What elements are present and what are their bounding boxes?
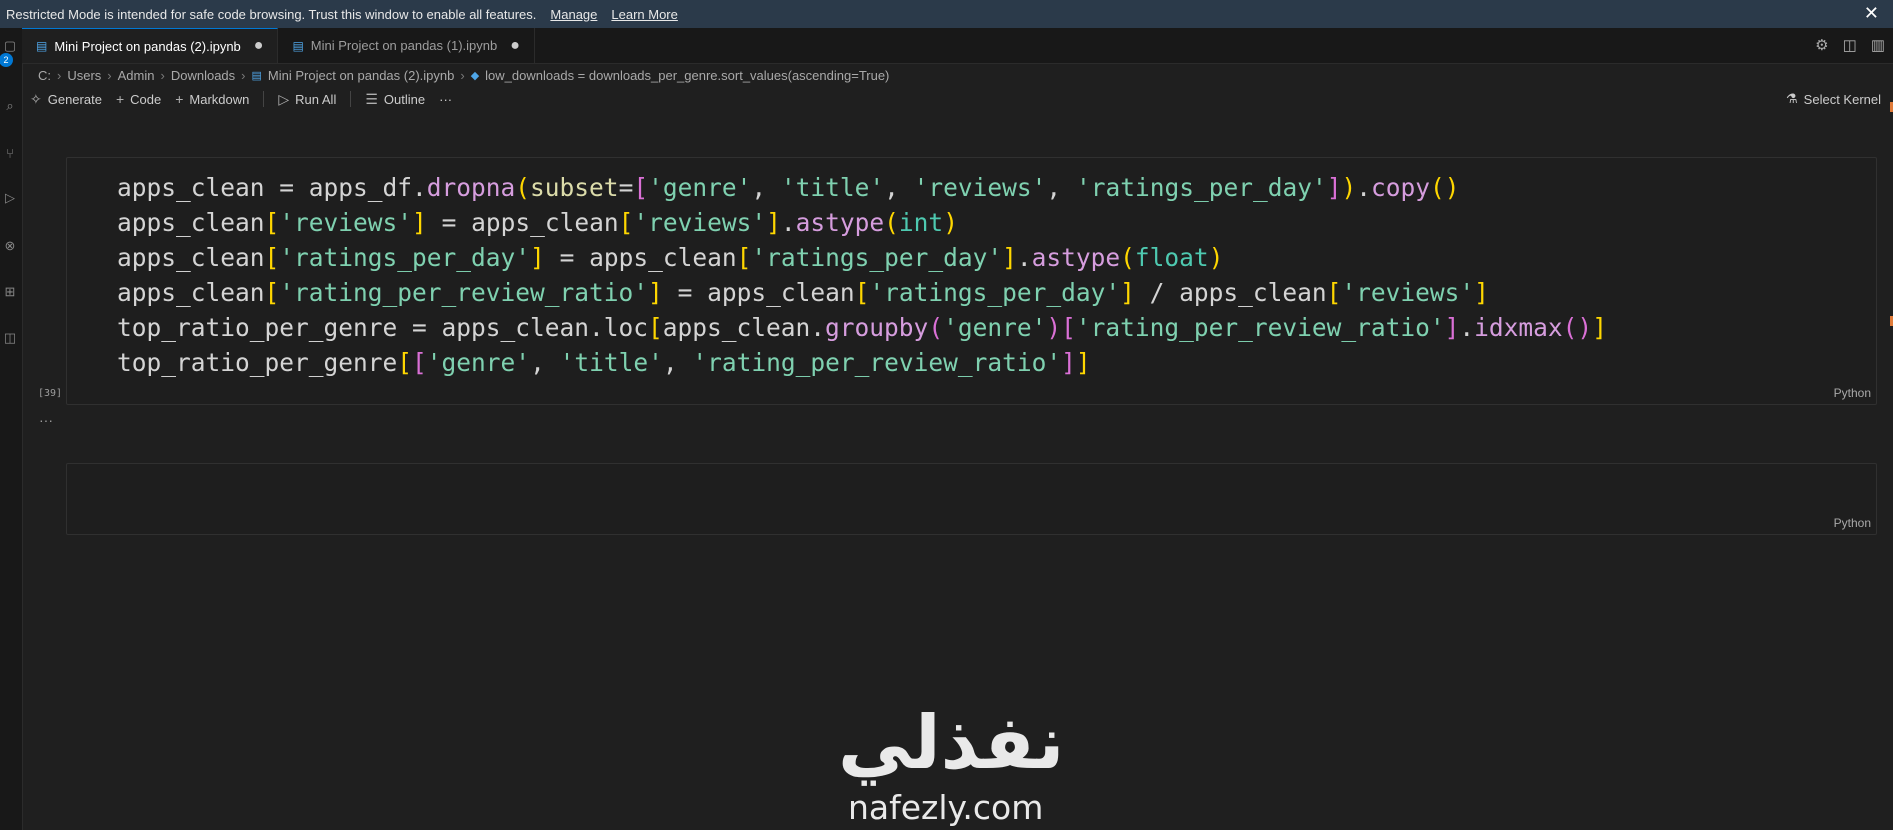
breadcrumb-item[interactable]: Users <box>67 68 101 83</box>
manage-link[interactable]: Manage <box>550 7 597 22</box>
chevron-right-icon: › <box>107 67 112 83</box>
tab-mini-project-1[interactable]: ▤ Mini Project on pandas (1).ipynb ● <box>278 28 535 63</box>
tab-mini-project-2[interactable]: ▤ Mini Project on pandas (2).ipynb ● <box>22 28 279 63</box>
code-line: apps_clean = apps_df.dropna(subset=['gen… <box>117 173 1460 202</box>
restricted-mode-banner: Restricted Mode is intended for safe cod… <box>0 0 1893 28</box>
add-code-button[interactable]: + Code <box>116 91 161 107</box>
run-all-button[interactable]: ▷ Run All <box>278 91 336 108</box>
markdown-label: Markdown <box>189 91 250 107</box>
scrolled-line-fragment <box>90 108 1290 116</box>
editor-actions: ⚙ ◫ ▥ <box>1815 36 1885 54</box>
database-icon[interactable]: ◫ <box>2 330 18 346</box>
python-cell-icon: ◆ <box>470 69 480 82</box>
code-line: apps_clean['reviews'] = apps_clean['revi… <box>117 208 958 237</box>
explorer-icon[interactable]: ▢ <box>2 38 18 54</box>
cell-language-label[interactable]: Python <box>1834 386 1871 400</box>
outline-label: Outline <box>383 91 426 107</box>
select-kernel-button[interactable]: ⚗ Select Kernel <box>1786 88 1881 110</box>
generate-button[interactable]: ✧ Generate <box>30 91 102 108</box>
tab-label: Mini Project on pandas (2).ipynb <box>54 38 241 54</box>
breadcrumb-item[interactable]: C: <box>38 68 51 83</box>
toolbar-divider <box>350 91 352 107</box>
watermark-logo: نفذلي <box>838 700 1065 786</box>
chevron-right-icon: › <box>57 67 62 83</box>
settings-gear-icon[interactable]: ⚙ <box>1815 36 1828 54</box>
add-markdown-button[interactable]: + Markdown <box>175 91 249 107</box>
toolbar-divider <box>263 91 265 107</box>
modified-dot-icon[interactable]: ● <box>254 37 264 55</box>
code-line: top_ratio_per_genre = apps_clean.loc[app… <box>117 313 1607 342</box>
remote-icon[interactable]: ⊗ <box>2 238 18 254</box>
breadcrumb-item[interactable]: Downloads <box>171 68 235 83</box>
run-all-icon: ▷ <box>278 90 290 107</box>
learn-more-link[interactable]: Learn More <box>611 7 677 22</box>
generate-label: Generate <box>47 91 102 107</box>
tab-label: Mini Project on pandas (1).ipynb <box>310 38 498 53</box>
code-line: top_ratio_per_genre[['genre', 'title', '… <box>117 348 1091 377</box>
notebook-file-icon: ▤ <box>251 69 262 82</box>
code-line: apps_clean['rating_per_review_ratio'] = … <box>117 278 1489 307</box>
watermark-url: nafezly.com <box>848 788 1044 827</box>
outline-button[interactable]: ☰ Outline <box>365 91 425 108</box>
breadcrumb: C: › Users › Admin › Downloads › ▤ Mini … <box>38 64 889 86</box>
notebook-file-icon: ▤ <box>292 38 304 53</box>
run-all-label: Run All <box>295 91 337 107</box>
breadcrumb-item[interactable]: Mini Project on pandas (2).ipynb <box>268 68 454 83</box>
list-icon: ☰ <box>365 90 378 107</box>
output-more-icon[interactable]: ··· <box>39 412 53 428</box>
code-cell[interactable]: apps_clean = apps_df.dropna(subset=['gen… <box>66 157 1877 405</box>
chevron-right-icon: › <box>460 67 465 83</box>
code-label: Code <box>130 91 162 107</box>
code-editor[interactable]: apps_clean = apps_df.dropna(subset=['gen… <box>117 170 1607 380</box>
sparkle-icon: ✧ <box>30 90 42 107</box>
run-debug-icon[interactable]: ▷ <box>2 190 18 206</box>
cell-language-label[interactable]: Python <box>1834 516 1871 530</box>
toggle-panel-icon[interactable]: ▥ <box>1871 36 1885 54</box>
notebook-file-icon: ▤ <box>36 39 48 53</box>
execution-count: [39] <box>38 388 63 399</box>
chevron-right-icon: › <box>241 67 246 83</box>
more-actions-button[interactable]: ··· <box>439 92 452 107</box>
chevron-right-icon: › <box>160 67 165 83</box>
banner-message: Restricted Mode is intended for safe cod… <box>6 6 537 22</box>
plus-icon: + <box>115 91 125 107</box>
plus-icon: + <box>175 91 184 107</box>
code-line: apps_clean['ratings_per_day'] = apps_cle… <box>117 243 1224 272</box>
extensions-icon[interactable]: ⊞ <box>2 284 18 300</box>
breadcrumb-item[interactable]: Admin <box>118 68 155 83</box>
modified-dot-icon[interactable]: ● <box>510 37 520 55</box>
empty-code-cell[interactable]: Python <box>66 463 1877 535</box>
editor-tab-bar: ▤ Mini Project on pandas (2).ipynb ● ▤ M… <box>22 28 1893 64</box>
kernel-icon: ⚗ <box>1786 91 1798 106</box>
notification-badge: 2 <box>0 53 13 67</box>
breadcrumb-item[interactable]: low_downloads = downloads_per_genre.sort… <box>485 68 889 83</box>
notebook-toolbar: ✧ Generate + Code + Markdown ▷ Run All ☰… <box>30 88 452 110</box>
search-icon[interactable]: ⌕ <box>2 98 18 114</box>
activity-bar: ▢ 2 ⌕ ⑂ ▷ ⊗ ⊞ ◫ <box>0 28 23 830</box>
split-editor-icon[interactable]: ◫ <box>1843 36 1857 54</box>
close-icon[interactable]: ✕ <box>1864 3 1879 24</box>
select-kernel-label: Select Kernel <box>1803 91 1881 107</box>
source-control-icon[interactable]: ⑂ <box>2 146 18 162</box>
